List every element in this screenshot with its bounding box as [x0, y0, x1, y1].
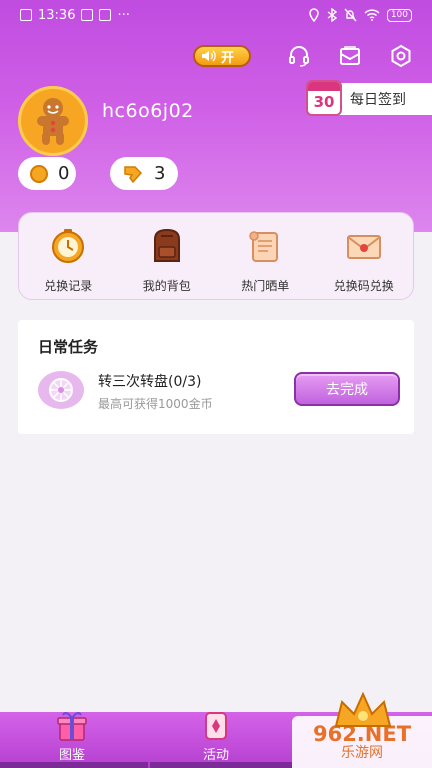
envelope-icon [346, 235, 381, 259]
feature-redeem-history[interactable]: 兑换记录 [23, 227, 113, 294]
card-icon [205, 712, 227, 740]
notification-icon [81, 9, 94, 21]
checkin-label: 每日签到 [350, 92, 406, 108]
status-dots: ··· [117, 7, 130, 23]
feature-panel: 兑换记录 我的背包 热门晒单 兑换码兑换 [18, 212, 414, 300]
coin-balance[interactable]: 0 [18, 157, 76, 190]
calendar-day: 30 [313, 93, 335, 111]
wheel-icon [38, 371, 84, 409]
task-description: 最高可获得1000金币 [98, 395, 213, 412]
calendar-icon: 30 [306, 80, 342, 116]
ticket-icon [124, 165, 143, 183]
crown-mascot-icon [334, 691, 392, 727]
nav-tab-activity[interactable]: 活动 [176, 710, 256, 763]
speaker-icon [202, 50, 216, 62]
coin-icon [30, 164, 48, 183]
mail-icon[interactable] [338, 44, 362, 68]
nav-label: 图鉴 [58, 748, 85, 763]
avatar[interactable] [18, 86, 88, 156]
feature-label: 兑换码兑换 [333, 279, 394, 293]
sim-icon [20, 9, 32, 21]
status-time: 13:36 [38, 7, 76, 23]
task-name: 转三次转盘(0/3) [98, 374, 202, 390]
scroll-icon [249, 231, 279, 262]
sound-toggle-label: 开 [221, 50, 235, 66]
message-icon [99, 9, 112, 21]
feature-hot-showcase[interactable]: 热门晒单 [220, 227, 310, 294]
feature-redeem-code[interactable]: 兑换码兑换 [319, 227, 409, 294]
bluetooth-icon [327, 8, 337, 22]
ticket-count: 3 [154, 163, 166, 184]
coin-count: 0 [58, 163, 70, 184]
gingerbread-avatar-icon [37, 98, 69, 145]
username: hc6o6j02 [102, 100, 194, 122]
daily-tasks-card: 日常任务 转三次转盘(0/3) 最高可获得1000金币 去完成 [18, 320, 414, 434]
feature-label: 我的背包 [142, 279, 191, 293]
status-bar: 13:36 ··· 100 [0, 0, 432, 30]
watermark-bottom: 乐游网 [341, 745, 383, 761]
nav-tab-gallery[interactable]: 图鉴 [32, 710, 112, 763]
task-go-complete-button[interactable]: 去完成 [294, 372, 400, 406]
mute-icon [344, 8, 357, 22]
location-icon [309, 8, 319, 22]
settings-icon[interactable] [389, 44, 413, 68]
feature-label: 兑换记录 [44, 279, 93, 293]
task-desc-amount: 1000 [158, 397, 189, 411]
headset-icon[interactable] [287, 44, 311, 68]
battery-indicator: 100 [386, 8, 412, 22]
clock-icon [52, 229, 85, 263]
task-desc-prefix: 最高可获得 [98, 397, 159, 411]
feature-backpack[interactable]: 我的背包 [122, 227, 212, 294]
backpack-icon [153, 228, 180, 262]
nav-label: 活动 [202, 748, 229, 763]
ticket-balance[interactable]: 3 [110, 157, 178, 190]
task-desc-suffix: 金币 [188, 397, 213, 411]
tasks-title: 日常任务 [38, 338, 99, 356]
gift-icon [57, 712, 87, 741]
feature-label: 热门晒单 [241, 279, 290, 293]
wifi-icon [364, 9, 380, 21]
sound-toggle[interactable]: 开 [193, 45, 251, 67]
